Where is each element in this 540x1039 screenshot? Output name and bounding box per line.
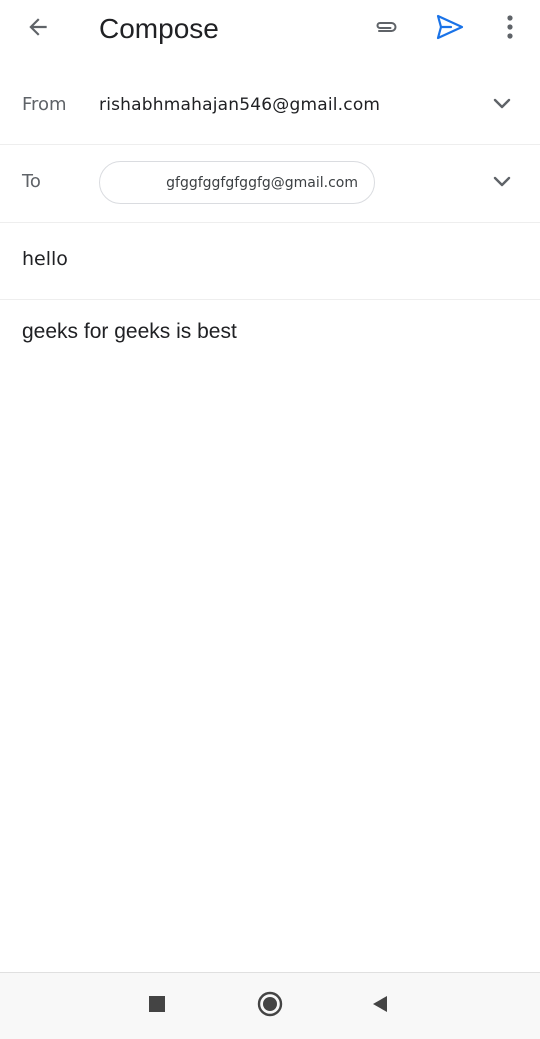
nav-back-button[interactable]: [363, 989, 397, 1023]
to-label: To: [22, 171, 41, 192]
more-options-button[interactable]: [486, 5, 534, 53]
send-icon: [435, 12, 465, 46]
recipient-email: gfggfggfgfggfg@gmail.com: [166, 174, 358, 191]
home-button[interactable]: [253, 989, 287, 1023]
recents-button[interactable]: [140, 989, 174, 1023]
paperclip-icon: [371, 12, 401, 46]
from-row: From rishabhmahajan546@gmail.com: [0, 67, 540, 145]
subject-text: hello: [22, 248, 68, 270]
from-expand-button[interactable]: [486, 89, 518, 121]
app-bar: Compose: [0, 0, 540, 60]
recipient-chip[interactable]: gfggfggfgfggfg@gmail.com: [99, 161, 375, 204]
attach-button[interactable]: [362, 5, 410, 53]
arrow-back-icon: [25, 14, 51, 44]
subject-field[interactable]: hello: [0, 223, 540, 300]
system-nav-bar: [0, 972, 540, 1039]
page-title: Compose: [99, 13, 219, 44]
from-label: From: [22, 94, 67, 115]
send-button[interactable]: [426, 5, 474, 53]
chevron-down-icon: [492, 174, 512, 193]
more-vert-icon: [506, 14, 514, 44]
to-row: To gfggfggfgfggfg@gmail.com: [0, 145, 540, 223]
triangle-back-icon: [370, 994, 390, 1018]
circle-icon: [256, 990, 284, 1022]
chevron-down-icon: [492, 96, 512, 115]
square-icon: [148, 995, 166, 1017]
back-button[interactable]: [14, 5, 62, 53]
from-address[interactable]: rishabhmahajan546@gmail.com: [99, 95, 380, 115]
compose-body[interactable]: geeks for geeks is best: [22, 320, 237, 344]
to-expand-button[interactable]: [486, 167, 518, 199]
